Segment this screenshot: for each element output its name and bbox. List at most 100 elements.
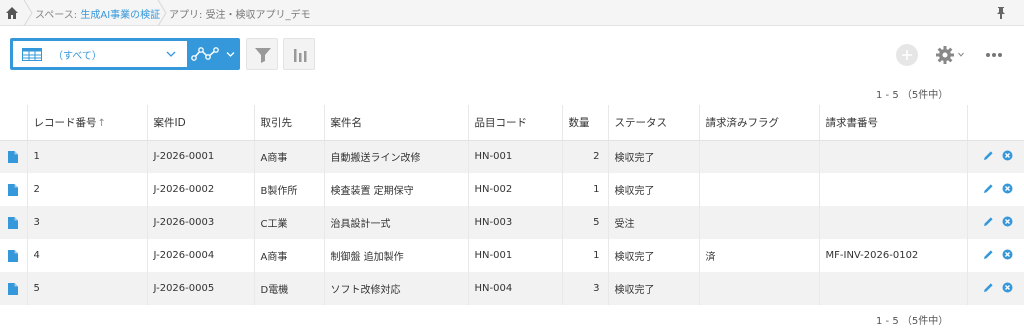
- plus-icon: [902, 50, 912, 60]
- pagination-info-top: 1 - 5 （5件中）: [876, 90, 949, 101]
- graph-chevron-down-icon[interactable]: [226, 51, 235, 58]
- row-actions: [967, 272, 1024, 305]
- column-header-item-code[interactable]: 品目コード: [468, 105, 563, 141]
- cell-item-code: HN-004: [468, 272, 563, 305]
- record-detail-link[interactable]: [0, 272, 28, 305]
- breadcrumb-separator: [157, 0, 167, 26]
- column-header-project-name[interactable]: 案件名: [324, 105, 469, 141]
- cell-item-code: HN-002: [468, 173, 563, 206]
- column-header-record-number[interactable]: レコード番号↑: [27, 105, 148, 141]
- table-icon: [22, 48, 42, 61]
- cell-quantity: 3: [562, 272, 609, 305]
- more-icon[interactable]: [985, 52, 1003, 58]
- row-actions: [967, 206, 1024, 239]
- column-header-quantity[interactable]: 数量: [562, 105, 609, 141]
- cell-billed-flag: [699, 173, 820, 206]
- column-header-label: 請求済みフラグ: [705, 116, 780, 129]
- cell-item-code: HN-003: [468, 206, 563, 239]
- record-detail-link[interactable]: [0, 206, 28, 239]
- column-header-label: 品目コード: [474, 116, 528, 129]
- document-icon: [8, 183, 19, 196]
- document-icon: [8, 150, 19, 163]
- delete-icon[interactable]: [1002, 183, 1013, 194]
- pencil-icon[interactable]: [983, 150, 994, 161]
- cell-project-id: J-2026-0005: [147, 272, 255, 305]
- column-header-label: 請求書番号: [825, 116, 879, 129]
- delete-icon[interactable]: [1002, 282, 1013, 293]
- cell-project-name: 制御盤 追加製作: [324, 239, 469, 272]
- cell-project-name: ソフト改修対応: [324, 272, 469, 305]
- view-select[interactable]: （すべて）: [13, 41, 187, 67]
- column-header-label: 案件ID: [153, 116, 186, 129]
- cell-project-id: J-2026-0001: [147, 140, 255, 173]
- column-header-billed-flag[interactable]: 請求済みフラグ: [699, 105, 820, 141]
- pencil-icon[interactable]: [983, 249, 994, 260]
- pencil-icon[interactable]: [983, 216, 994, 227]
- cell-status: 検収完了: [608, 272, 700, 305]
- bar-chart-icon: [294, 49, 307, 62]
- cell-billed-flag: [699, 140, 820, 173]
- table-row: 4 J-2026-0004 A商事 制御盤 追加製作 HN-001 1 検収完了済 MF-IN…: [0, 239, 1024, 272]
- cell-project-name: 治具設計一式: [324, 206, 469, 239]
- column-header-status[interactable]: ステータス: [608, 105, 700, 141]
- pin-icon[interactable]: [995, 6, 1007, 20]
- home-icon[interactable]: [5, 6, 19, 20]
- cell-status: 検収完了: [608, 173, 700, 206]
- delete-icon[interactable]: [1002, 150, 1013, 161]
- cell-project-id: J-2026-0002: [147, 173, 255, 206]
- view-select-label: （すべて）: [53, 51, 102, 62]
- cell-invoice-number: [819, 206, 968, 239]
- record-detail-link[interactable]: [0, 173, 28, 206]
- document-icon: [8, 249, 19, 262]
- filter-button[interactable]: [246, 38, 278, 70]
- breadcrumb-app-prefix: アプリ:: [169, 10, 206, 21]
- cell-billed-flag: [699, 272, 820, 305]
- pencil-icon[interactable]: [983, 282, 994, 293]
- cell-status: 検収完了: [608, 239, 700, 272]
- breadcrumb: スペース: 生成AI事業の検証 アプリ: 受注・検収アプリ_デモ: [0, 0, 1024, 26]
- cell-billed-flag: 済: [699, 239, 820, 272]
- document-icon: [8, 216, 19, 229]
- row-actions: [967, 140, 1024, 173]
- row-actions: [967, 239, 1024, 272]
- cell-item-code: HN-001: [468, 239, 563, 272]
- delete-icon[interactable]: [1002, 216, 1013, 227]
- record-detail-link[interactable]: [0, 140, 28, 173]
- column-header-label: ステータス: [614, 116, 668, 129]
- delete-icon[interactable]: [1002, 249, 1013, 260]
- table-row: 1 J-2026-0001 A商事 自動搬送ライン改修 HN-001 2 検収完了: [0, 140, 1024, 173]
- gear-icon[interactable]: [935, 45, 955, 65]
- records-table: レコード番号↑ 案件ID 取引先 案件名 品目コード 数量 ステータス 請求済み…: [0, 105, 1024, 305]
- cell-client: B製作所: [254, 173, 325, 206]
- pagination-info-bottom: 1 - 5 （5件中）: [876, 316, 949, 327]
- breadcrumb-app-name: 受注・検収アプリ_デモ: [205, 10, 311, 21]
- column-header-project-id[interactable]: 案件ID: [147, 105, 255, 141]
- add-record-button[interactable]: [896, 44, 918, 66]
- column-header-invoice-number[interactable]: 請求書番号: [819, 105, 968, 141]
- cell-client: D電機: [254, 272, 325, 305]
- sort-ascending-icon: ↑: [97, 117, 106, 129]
- cell-quantity: 1: [562, 239, 609, 272]
- gear-caret-icon[interactable]: [958, 52, 964, 57]
- breadcrumb-space[interactable]: スペース: 生成AI事業の検証: [35, 6, 160, 21]
- header-icon-column: [0, 105, 28, 141]
- chevron-down-icon: [166, 51, 176, 57]
- pencil-icon[interactable]: [983, 183, 994, 194]
- cell-record-number: 1: [27, 140, 148, 173]
- cell-project-name: 検査装置 定期保守: [324, 173, 469, 206]
- cell-project-id: J-2026-0004: [147, 239, 255, 272]
- header-actions-column: [967, 105, 1024, 141]
- breadcrumb-app: アプリ: 受注・検収アプリ_デモ: [169, 6, 311, 21]
- breadcrumb-space-link[interactable]: 生成AI事業の検証: [80, 10, 160, 21]
- cell-record-number: 2: [27, 173, 148, 206]
- chart-button[interactable]: [283, 38, 315, 70]
- cell-client: A商事: [254, 140, 325, 173]
- cell-status: 検収完了: [608, 140, 700, 173]
- record-detail-link[interactable]: [0, 239, 28, 272]
- column-header-client[interactable]: 取引先: [254, 105, 325, 141]
- cell-invoice-number: [819, 173, 968, 206]
- table-row: 3 J-2026-0003 C工業 治具設計一式 HN-003 5 受注: [0, 206, 1024, 239]
- column-header-label: 案件名: [330, 116, 363, 129]
- graph-icon[interactable]: [191, 46, 221, 62]
- cell-record-number: 4: [27, 239, 148, 272]
